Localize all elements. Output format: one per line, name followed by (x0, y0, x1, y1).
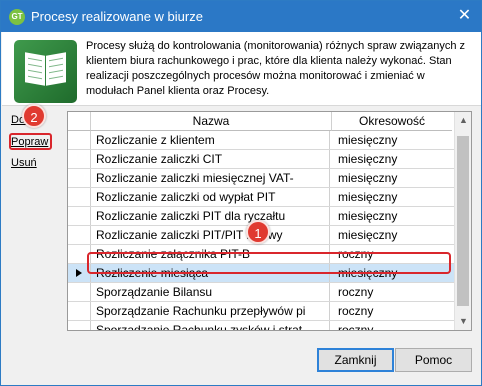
row-indicator (68, 131, 91, 149)
info-description: Procesy służą do kontrolowania (monitoro… (86, 40, 466, 97)
cell-period: miesięczny (338, 228, 398, 242)
row-indicator (68, 207, 91, 225)
cell-name: Sporządzanie Bilansu (92, 283, 330, 301)
process-table: Nazwa Okresowość Rozliczanie z klientem m… (67, 111, 472, 331)
step-badge-2: 2 (22, 104, 46, 128)
table-row[interactable]: Rozliczanie zaliczki od wypłat PIT miesię… (68, 188, 454, 207)
current-row-arrow-icon (76, 269, 82, 277)
row-indicator (68, 169, 91, 187)
close-window-button[interactable]: ✕ (448, 1, 481, 32)
cell-period: roczny (338, 304, 374, 318)
indicator-column-header (68, 112, 91, 131)
cell-period: miesięczny (338, 190, 398, 204)
row-indicator (68, 302, 91, 320)
scroll-up-icon[interactable]: ▲ (455, 112, 471, 129)
info-panel: Procesy służą do kontrolowania (monitoro… (2, 32, 481, 106)
vertical-scrollbar[interactable]: ▲ ▼ (454, 112, 471, 330)
table-row[interactable]: Sporządzanie Rachunku przepływów pi roczn… (68, 302, 454, 321)
table-row[interactable]: Sporządzanie Bilansu roczny (68, 283, 454, 302)
cell-name: Rozliczanie zaliczki od wypłat PIT (92, 188, 330, 206)
cell-period: miesięczny (338, 152, 398, 166)
cell-period: miesięczny (338, 171, 398, 185)
cell-period: miesięczny (338, 133, 398, 147)
cell-name: Rozliczanie z klientem (92, 131, 330, 149)
app-logo-icon: GT (9, 9, 25, 25)
row-indicator (68, 283, 91, 301)
cell-name: Rozliczanie zaliczki PIT dla ryczałtu (92, 207, 330, 225)
help-button[interactable]: Pomoc (395, 348, 472, 372)
delete-link[interactable]: Usuń (11, 157, 37, 169)
table-row[interactable]: Rozliczanie zaliczki CIT miesięczny (68, 150, 454, 169)
selected-row-highlight (87, 252, 451, 274)
cell-period: roczny (338, 285, 374, 299)
scroll-down-icon[interactable]: ▼ (455, 313, 471, 330)
cell-name: Rozliczanie zaliczki PIT/PIT liniowy (92, 226, 330, 244)
title-bar: GT Procesy realizowane w biurze ✕ (1, 1, 481, 32)
row-indicator (68, 321, 91, 330)
column-header-name[interactable]: Nazwa (91, 112, 332, 131)
cell-name: Sporządzanie Rachunku zysków i strat (92, 321, 330, 330)
step-badge-1: 1 (246, 220, 270, 244)
cell-name: Rozliczanie zaliczki CIT (92, 150, 330, 168)
window-title: Procesy realizowane w biurze (31, 9, 203, 24)
table-row[interactable]: Rozliczanie zaliczki miesięcznej VAT-mie… (68, 169, 454, 188)
table-row[interactable]: Rozliczanie z klientem miesięczny (68, 131, 454, 150)
row-indicator (68, 150, 91, 168)
book-icon (14, 40, 77, 103)
row-indicator (68, 226, 91, 244)
row-indicator (68, 188, 91, 206)
edit-link-highlight (9, 133, 52, 150)
cell-name: Sporządzanie Rachunku przepływów pi (92, 302, 330, 320)
cell-name: Rozliczanie zaliczki miesięcznej VAT- (92, 169, 330, 187)
table-row[interactable]: Sporządzanie Rachunku zysków i strat rocz… (68, 321, 454, 331)
cell-period: roczny (338, 323, 374, 331)
scroll-thumb[interactable] (457, 136, 469, 306)
column-header-period[interactable]: Okresowość (332, 112, 452, 131)
close-button[interactable]: Zamknij (317, 348, 394, 372)
cell-period: miesięczny (338, 209, 398, 223)
